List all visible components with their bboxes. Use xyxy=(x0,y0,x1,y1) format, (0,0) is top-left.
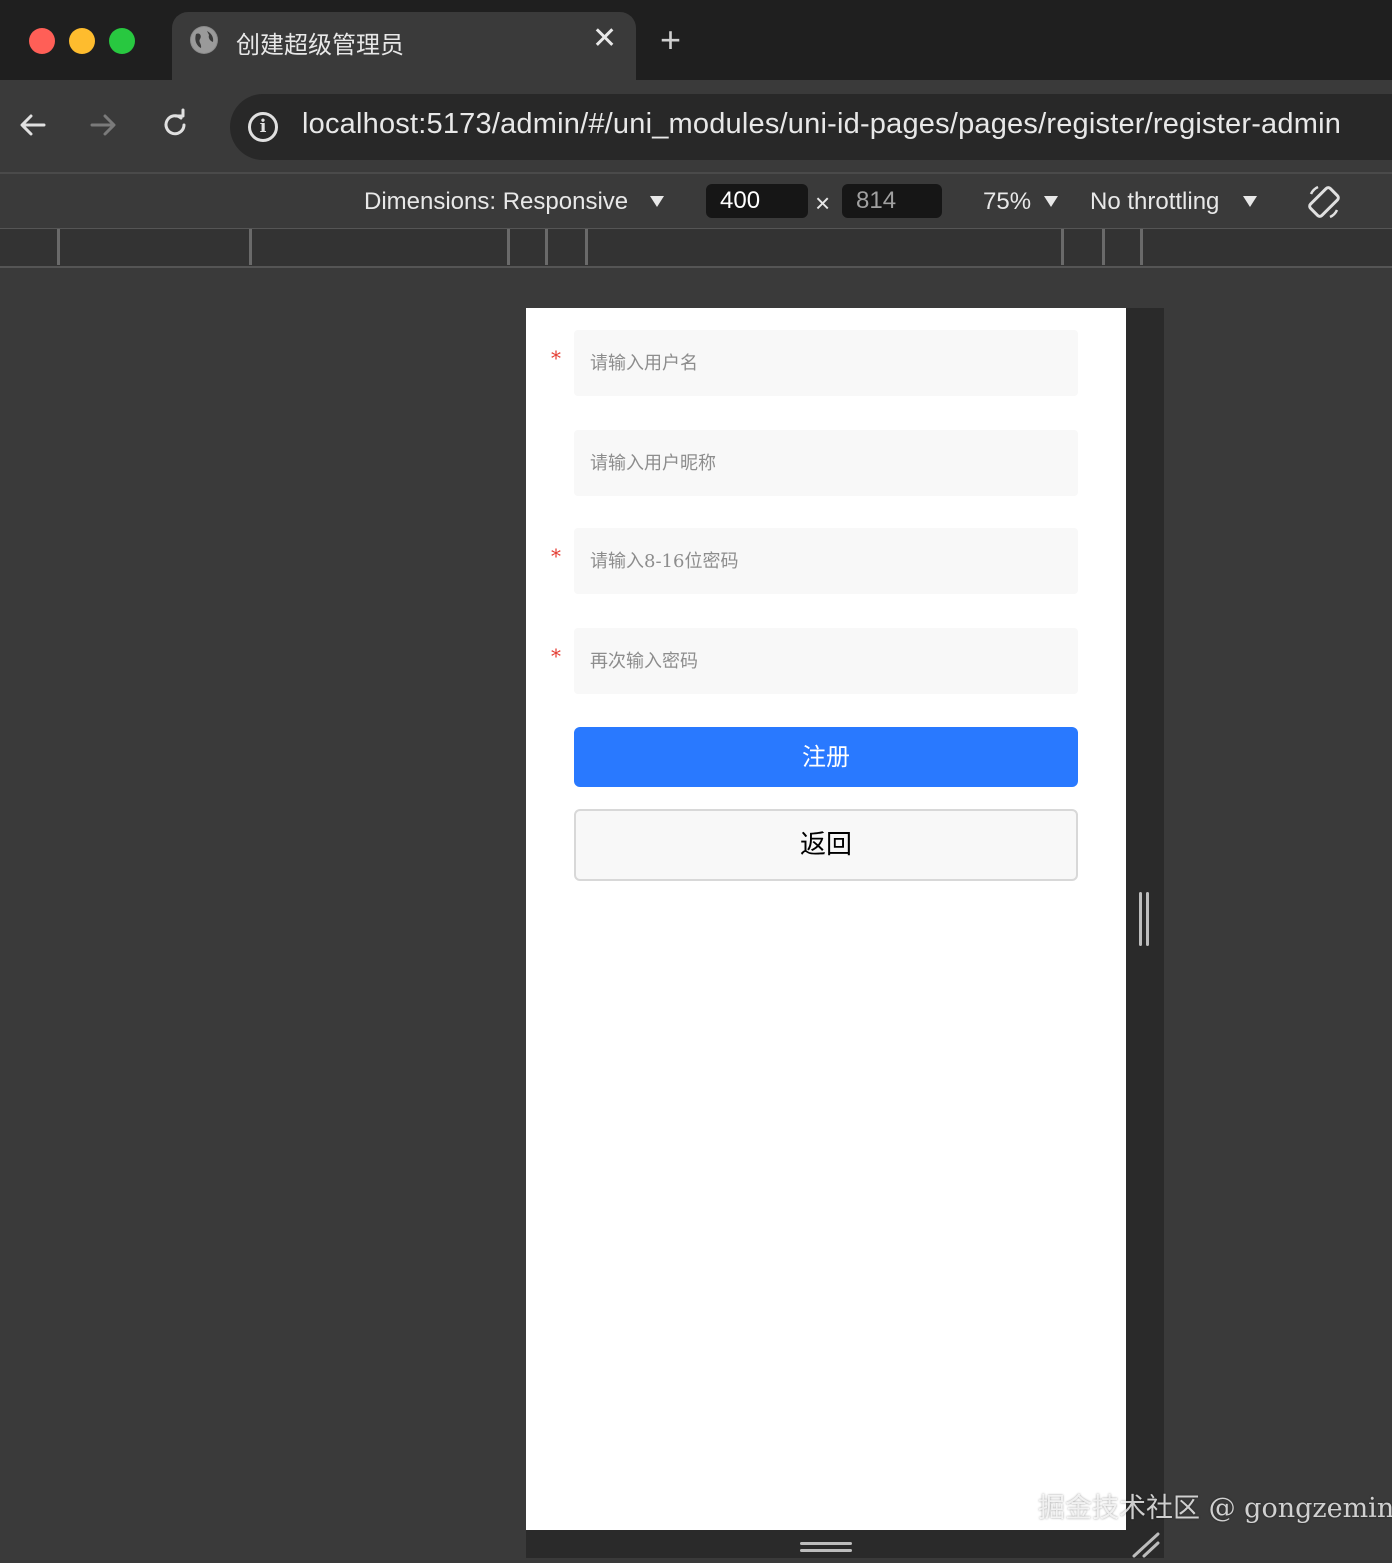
emulated-page: * * * 注册 返回 xyxy=(526,308,1126,1530)
dimensions-caret-icon[interactable] xyxy=(650,196,664,207)
resize-corner-icon[interactable] xyxy=(1128,1530,1162,1558)
username-input[interactable] xyxy=(574,330,1078,396)
ruler-tick xyxy=(57,229,60,265)
forward-arrow-icon[interactable] xyxy=(86,108,120,142)
confirm-password-row: * xyxy=(526,628,1126,694)
required-mark: * xyxy=(551,644,561,668)
throttling-dropdown[interactable]: No throttling xyxy=(1090,188,1219,216)
nickname-input[interactable] xyxy=(574,430,1078,496)
register-button[interactable]: 注册 xyxy=(574,727,1078,787)
nickname-row xyxy=(526,430,1126,496)
zoom-caret-icon[interactable] xyxy=(1044,196,1058,207)
times-icon: × xyxy=(815,188,831,218)
ruler-tick xyxy=(1061,229,1064,265)
back-arrow-icon[interactable] xyxy=(16,108,50,142)
window-maximize-button[interactable] xyxy=(109,28,135,54)
reload-icon[interactable] xyxy=(158,108,192,142)
height-input[interactable]: 814 xyxy=(842,184,942,218)
tab-close-icon[interactable]: ✕ xyxy=(592,22,617,56)
ruler-tick xyxy=(1140,229,1143,265)
ruler-tick xyxy=(1102,229,1105,265)
required-mark: * xyxy=(551,346,561,370)
dimensions-dropdown[interactable]: Dimensions: Responsive xyxy=(364,188,628,216)
window-minimize-button[interactable] xyxy=(69,28,95,54)
password-input[interactable] xyxy=(574,528,1078,594)
username-row: * xyxy=(526,330,1126,396)
ruler-tick xyxy=(545,229,548,265)
width-input[interactable]: 400 xyxy=(706,184,808,218)
nickname-field[interactable] xyxy=(574,430,1078,496)
site-info-icon[interactable]: i xyxy=(248,112,278,142)
window-close-button[interactable] xyxy=(29,28,55,54)
tab-title: 创建超级管理员 xyxy=(236,32,404,59)
globe-icon xyxy=(190,26,218,54)
password-field[interactable] xyxy=(574,528,1078,594)
confirm-password-field[interactable] xyxy=(574,628,1078,694)
password-row: * xyxy=(526,528,1126,594)
ruler-tick xyxy=(249,229,252,265)
media-query-ruler[interactable] xyxy=(0,228,1392,268)
resize-handle-right[interactable] xyxy=(1138,892,1152,948)
resize-handle-bottom[interactable] xyxy=(800,1540,854,1554)
zoom-dropdown[interactable]: 75% xyxy=(983,188,1031,216)
back-button[interactable]: 返回 xyxy=(574,809,1078,881)
url-text[interactable]: localhost:5173/admin/#/uni_modules/uni-i… xyxy=(302,108,1341,141)
tab-strip: 创建超级管理员 ✕ + xyxy=(0,0,1392,82)
throttling-caret-icon[interactable] xyxy=(1243,196,1257,207)
browser-tab[interactable]: 创建超级管理员 ✕ xyxy=(172,12,636,82)
ruler-tick xyxy=(585,229,588,265)
username-field[interactable] xyxy=(574,330,1078,396)
ruler-tick xyxy=(507,229,510,265)
rotate-icon[interactable] xyxy=(1304,182,1344,222)
address-bar[interactable]: i localhost:5173/admin/#/uni_modules/uni… xyxy=(230,94,1392,160)
confirm-password-input[interactable] xyxy=(574,628,1078,694)
device-toolbar: Dimensions: Responsive 400 × 814 75% No … xyxy=(0,172,1392,228)
watermark: 掘金技术社区 @ gongzemin xyxy=(1038,1493,1392,1524)
browser-toolbar: i localhost:5173/admin/#/uni_modules/uni… xyxy=(0,80,1392,172)
new-tab-button[interactable]: + xyxy=(660,20,681,60)
required-mark: * xyxy=(551,544,561,568)
